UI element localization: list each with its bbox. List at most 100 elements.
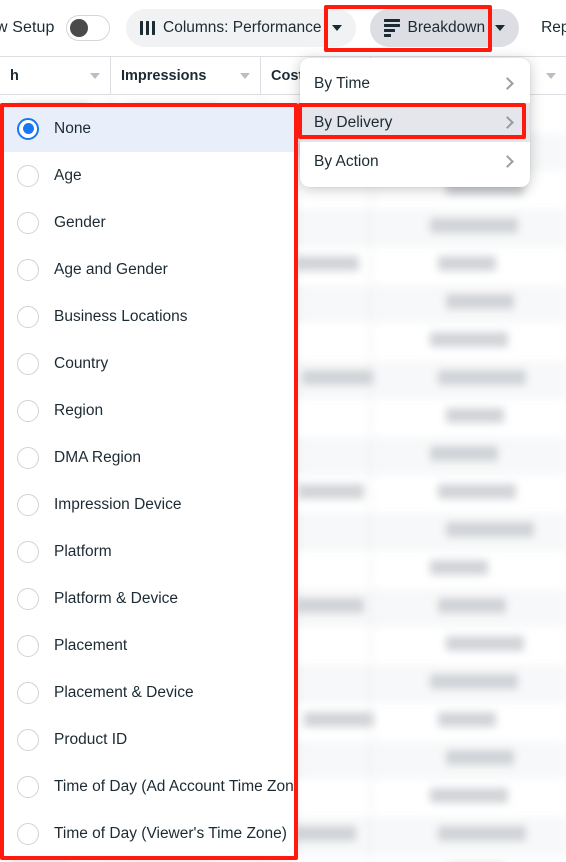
breakdown-icon: [383, 19, 400, 37]
breakdown-option-row[interactable]: Product ID: [3, 716, 295, 763]
radio-button-icon[interactable]: [17, 305, 39, 328]
column-divider: [370, 247, 371, 285]
breakdown-button[interactable]: Breakdown: [369, 9, 520, 47]
table-cell: [430, 788, 508, 803]
menu-item-label: By Time: [314, 74, 370, 92]
top-toolbar: w Setup Columns: Performance Breakdown R…: [0, 0, 566, 57]
menu-item-by-delivery[interactable]: By Delivery: [300, 103, 530, 142]
breakdown-option-row[interactable]: DMA Region: [3, 434, 295, 481]
table-cell: [430, 446, 498, 461]
table-cell: [446, 408, 504, 423]
radio-button-icon[interactable]: [17, 446, 39, 469]
table-cell: [438, 256, 496, 271]
columns-button-label: Columns: Performance: [163, 19, 322, 36]
radio-button-icon[interactable]: [17, 540, 39, 563]
column-divider: [370, 817, 371, 855]
table-cell: [430, 560, 488, 575]
column-divider: [370, 399, 371, 437]
table-cell: [430, 674, 518, 689]
column-divider: [370, 779, 371, 817]
breakdown-option-label: Time of Day (Viewer's Time Zone): [54, 824, 287, 842]
breakdown-option-label: Platform & Device: [54, 589, 179, 607]
breakdown-option-row[interactable]: Time of Day (Viewer's Time Zone): [3, 810, 295, 857]
column-divider: [370, 209, 371, 247]
breakdown-option-row[interactable]: Impression Device: [3, 481, 295, 528]
radio-button-icon[interactable]: [17, 164, 39, 187]
radio-button-icon[interactable]: [17, 822, 39, 845]
chevron-right-icon: [501, 155, 514, 168]
radio-button-icon[interactable]: [17, 775, 39, 798]
column-divider: [370, 665, 371, 703]
breakdown-option-label: Region: [54, 401, 104, 419]
breakdown-option-row[interactable]: Business Locations: [3, 293, 295, 340]
sort-caret-icon: [240, 72, 250, 79]
column-header-impressions[interactable]: Impressions: [110, 57, 260, 95]
reports-button[interactable]: Reports: [541, 19, 566, 37]
breakdown-option-row[interactable]: Gender: [3, 199, 295, 246]
breakdown-option-row[interactable]: None: [3, 105, 295, 152]
column-divider: [370, 741, 371, 779]
ads-manager-screen: w Setup Columns: Performance Breakdown R…: [0, 0, 566, 862]
breakdown-option-label: Gender: [54, 213, 106, 231]
radio-button-icon[interactable]: [17, 493, 39, 516]
menu-item-by-time[interactable]: By Time: [300, 64, 530, 103]
radio-button-icon[interactable]: [17, 681, 39, 704]
breakdown-option-label: Impression Device: [54, 495, 182, 513]
column-divider: [370, 513, 371, 551]
table-cell: [430, 332, 508, 347]
breakdown-option-label: Placement & Device: [54, 683, 194, 701]
breakdown-option-row[interactable]: Platform & Device: [3, 575, 295, 622]
radio-button-icon[interactable]: [17, 117, 39, 140]
chevron-down-icon: [495, 25, 506, 31]
column-divider: [370, 589, 371, 627]
radio-button-icon[interactable]: [17, 211, 39, 234]
breakdown-option-row[interactable]: Country: [3, 340, 295, 387]
columns-button[interactable]: Columns: Performance: [125, 9, 356, 47]
table-cell: [438, 370, 526, 385]
columns-icon: [139, 21, 156, 35]
breakdown-option-label: Business Locations: [54, 307, 188, 325]
radio-button-icon[interactable]: [17, 399, 39, 422]
table-cell: [294, 826, 356, 841]
column-divider: [370, 361, 371, 399]
radio-button-icon[interactable]: [17, 352, 39, 375]
table-cell: [446, 294, 514, 309]
breakdown-option-label: DMA Region: [54, 448, 142, 466]
column-divider: [370, 437, 371, 475]
breakdown-option-label: Time of Day (Ad Account Time Zone): [54, 777, 295, 795]
column-divider: [370, 703, 371, 741]
view-setup-label: w Setup: [0, 19, 55, 36]
breakdown-option-row[interactable]: Age and Gender: [3, 246, 295, 293]
breakdown-button-label: Breakdown: [407, 19, 486, 36]
delivery-breakdown-panel: None Age Gender Age and Gender Business Loca…: [3, 105, 295, 858]
column-header-reach[interactable]: h: [0, 57, 110, 95]
table-cell: [298, 484, 364, 499]
chevron-down-icon: [331, 25, 342, 31]
table-cell: [446, 522, 534, 537]
column-divider: [370, 323, 371, 361]
table-cell: [296, 598, 364, 613]
table-cell: [295, 256, 359, 271]
breakdown-option-label: Product ID: [54, 730, 128, 748]
breakdown-option-row[interactable]: Region: [3, 387, 295, 434]
breakdown-option-row[interactable]: Time of Day (Ad Account Time Zone): [3, 763, 295, 810]
breakdown-option-row[interactable]: Placement: [3, 622, 295, 669]
radio-button-icon[interactable]: [17, 258, 39, 281]
view-setup-toggle[interactable]: [65, 15, 110, 41]
radio-button-icon[interactable]: [17, 634, 39, 657]
toggle-knob: [69, 18, 88, 37]
column-divider: [370, 627, 371, 665]
table-cell: [446, 636, 524, 651]
breakdown-option-row[interactable]: Age: [3, 152, 295, 199]
radio-button-icon[interactable]: [17, 728, 39, 751]
breakdown-option-row[interactable]: Platform: [3, 528, 295, 575]
menu-item-label: By Delivery: [314, 113, 393, 131]
menu-item-by-action[interactable]: By Action: [300, 142, 530, 181]
chevron-right-icon: [501, 77, 514, 90]
breakdown-option-row[interactable]: Placement & Device: [3, 669, 295, 716]
column-divider: [370, 551, 371, 589]
sort-caret-icon: [546, 72, 556, 79]
breakdown-option-label: None: [54, 119, 92, 137]
radio-button-icon[interactable]: [17, 587, 39, 610]
table-cell: [302, 370, 374, 385]
